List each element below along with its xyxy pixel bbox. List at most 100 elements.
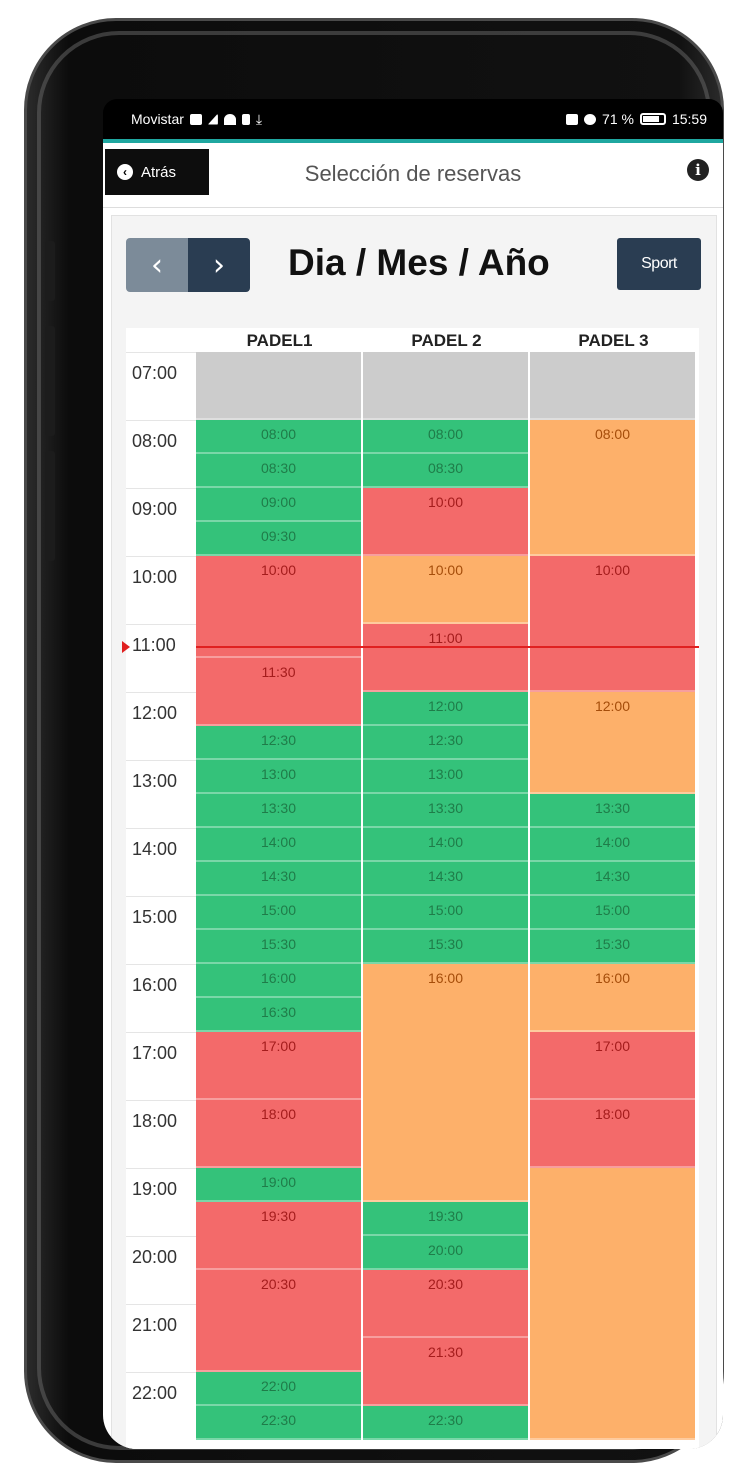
time-label: 20:00 xyxy=(126,1236,196,1304)
time-label: 17:00 xyxy=(126,1032,196,1100)
info-icon[interactable]: i xyxy=(687,159,709,181)
slot-busy[interactable]: 10:00 xyxy=(196,556,361,658)
slot-free[interactable]: 14:30 xyxy=(363,862,528,896)
slot-free[interactable]: 12:30 xyxy=(363,726,528,760)
signal-icon xyxy=(207,113,218,125)
notification-icon xyxy=(241,113,250,125)
status-bar: Movistar ⤓ 71 % 15:59 xyxy=(103,99,723,139)
time-label: 10:00 xyxy=(126,556,196,624)
slot-free[interactable]: 14:30 xyxy=(530,862,695,896)
clock: 15:59 xyxy=(671,111,707,127)
slot-free[interactable]: 15:30 xyxy=(363,930,528,964)
time-label: 19:00 xyxy=(126,1168,196,1236)
slot-free[interactable]: 14:00 xyxy=(530,828,695,862)
download-icon: ⤓ xyxy=(255,110,263,127)
current-time-line xyxy=(196,646,699,648)
sim-icon xyxy=(189,113,202,125)
slot-busy[interactable]: 17:00 xyxy=(530,1032,695,1100)
time-label: 14:00 xyxy=(126,828,196,896)
slot-free[interactable]: 15:00 xyxy=(530,896,695,930)
page-title: Selección de reservas xyxy=(304,161,522,186)
battery-percent: 71 % xyxy=(602,111,634,127)
slot-pending[interactable]: 08:00 xyxy=(530,420,695,556)
slot-busy[interactable]: 20:30 xyxy=(196,1270,361,1372)
booking-grid-body: 07:00 08:00 09:00 10:00 11:00 12:00 13:00 14:00… xyxy=(122,352,699,1449)
slot-closed xyxy=(530,352,695,420)
slot-busy[interactable]: 10:00 xyxy=(363,488,528,556)
next-day-button[interactable]: › xyxy=(188,238,250,292)
slot-pending[interactable]: 10:00 xyxy=(363,556,528,624)
slot-free[interactable]: 14:00 xyxy=(363,828,528,862)
slot-free[interactable]: 13:30 xyxy=(363,794,528,828)
slot-busy[interactable]: 11:00 xyxy=(363,624,528,692)
slot-pending[interactable]: 12:00 xyxy=(530,692,695,794)
time-label: 22:00 xyxy=(126,1372,196,1440)
nfc-icon xyxy=(566,113,579,125)
slot-free[interactable]: 15:00 xyxy=(363,896,528,930)
phone-frame: Movistar ⤓ 71 % 15:59 ‹ Atrás Selección … xyxy=(24,18,724,1463)
time-label: 16:00 xyxy=(126,964,196,1032)
screen: Movistar ⤓ 71 % 15:59 ‹ Atrás Selección … xyxy=(103,99,723,1449)
slot-pending[interactable]: 16:00 xyxy=(530,964,695,1032)
slot-free[interactable]: 22:30 xyxy=(196,1406,361,1440)
slot-free[interactable]: 09:00 xyxy=(196,488,361,522)
slot-busy[interactable]: 11:30 xyxy=(196,658,361,726)
slot-free[interactable]: 08:00 xyxy=(196,420,361,454)
schedule-panel: ‹ › Dia / Mes / Año Sport PADEL1 PADEL 2P… xyxy=(111,215,717,1449)
slot-free[interactable]: 22:00 xyxy=(196,1372,361,1406)
time-label: 21:00 xyxy=(126,1304,196,1372)
slot-free[interactable]: 08:30 xyxy=(196,454,361,488)
slot-free[interactable]: 13:00 xyxy=(363,760,528,794)
prev-day-button[interactable]: ‹ xyxy=(126,238,188,292)
slot-free[interactable]: 09:30 xyxy=(196,522,361,556)
slot-pending[interactable]: 16:00 xyxy=(363,964,528,1202)
slot-free[interactable]: 13:30 xyxy=(530,794,695,828)
court-header-3: PADEL 3 xyxy=(578,331,649,350)
slot-free[interactable]: 13:30 xyxy=(196,794,361,828)
slot-free[interactable]: 15:30 xyxy=(196,930,361,964)
slot-free[interactable]: 13:00 xyxy=(196,760,361,794)
slot-free[interactable]: 19:00 xyxy=(196,1168,361,1202)
volume-button xyxy=(45,241,55,301)
slot-free[interactable]: 14:00 xyxy=(196,828,361,862)
time-label: 09:00 xyxy=(126,488,196,556)
slot-closed xyxy=(196,352,361,420)
time-label: 13:00 xyxy=(126,760,196,828)
slot-free[interactable]: 16:00 xyxy=(196,964,361,998)
slot-free[interactable]: 22:30 xyxy=(363,1406,528,1440)
slot-free[interactable]: 16:30 xyxy=(196,998,361,1032)
wifi-icon xyxy=(223,113,236,125)
court-header-1: PADEL1 xyxy=(246,331,313,350)
slot-busy[interactable]: 21:30 xyxy=(363,1338,528,1406)
time-label: 11:00 xyxy=(126,624,196,692)
alarm-icon xyxy=(584,113,597,125)
battery-icon xyxy=(639,113,666,125)
time-label: 12:00 xyxy=(126,692,196,760)
slot-free[interactable]: 12:30 xyxy=(196,726,361,760)
slot-closed xyxy=(363,352,528,420)
slot-free[interactable]: 20:00 xyxy=(363,1236,528,1270)
slot-pending[interactable] xyxy=(530,1168,695,1440)
slot-free[interactable]: 19:30 xyxy=(363,1202,528,1236)
current-time-marker xyxy=(122,641,130,653)
slot-free[interactable]: 12:00 xyxy=(363,692,528,726)
slot-free[interactable]: 15:30 xyxy=(530,930,695,964)
time-label: 18:00 xyxy=(126,1100,196,1168)
slot-free[interactable]: 14:30 xyxy=(196,862,361,896)
court-header-row: PADEL1 PADEL 2 PADEL 3 xyxy=(126,328,699,352)
slot-busy[interactable]: 18:00 xyxy=(530,1100,695,1168)
slot-busy[interactable]: 10:00 xyxy=(530,556,695,692)
slot-free[interactable]: 15:00 xyxy=(196,896,361,930)
volume-rocker xyxy=(45,326,55,436)
time-label: 15:00 xyxy=(126,896,196,964)
slot-busy[interactable]: 20:30 xyxy=(363,1270,528,1338)
slot-busy[interactable]: 19:30 xyxy=(196,1202,361,1270)
slot-busy[interactable]: 18:00 xyxy=(196,1100,361,1168)
slot-busy[interactable]: 17:00 xyxy=(196,1032,361,1100)
court-header-2: PADEL 2 xyxy=(411,331,482,350)
time-label: 07:00 xyxy=(126,352,196,420)
sport-button[interactable]: Sport xyxy=(617,238,701,290)
slot-free[interactable]: 08:30 xyxy=(363,454,528,488)
date-title: Dia / Mes / Año xyxy=(288,242,550,283)
slot-free[interactable]: 08:00 xyxy=(363,420,528,454)
